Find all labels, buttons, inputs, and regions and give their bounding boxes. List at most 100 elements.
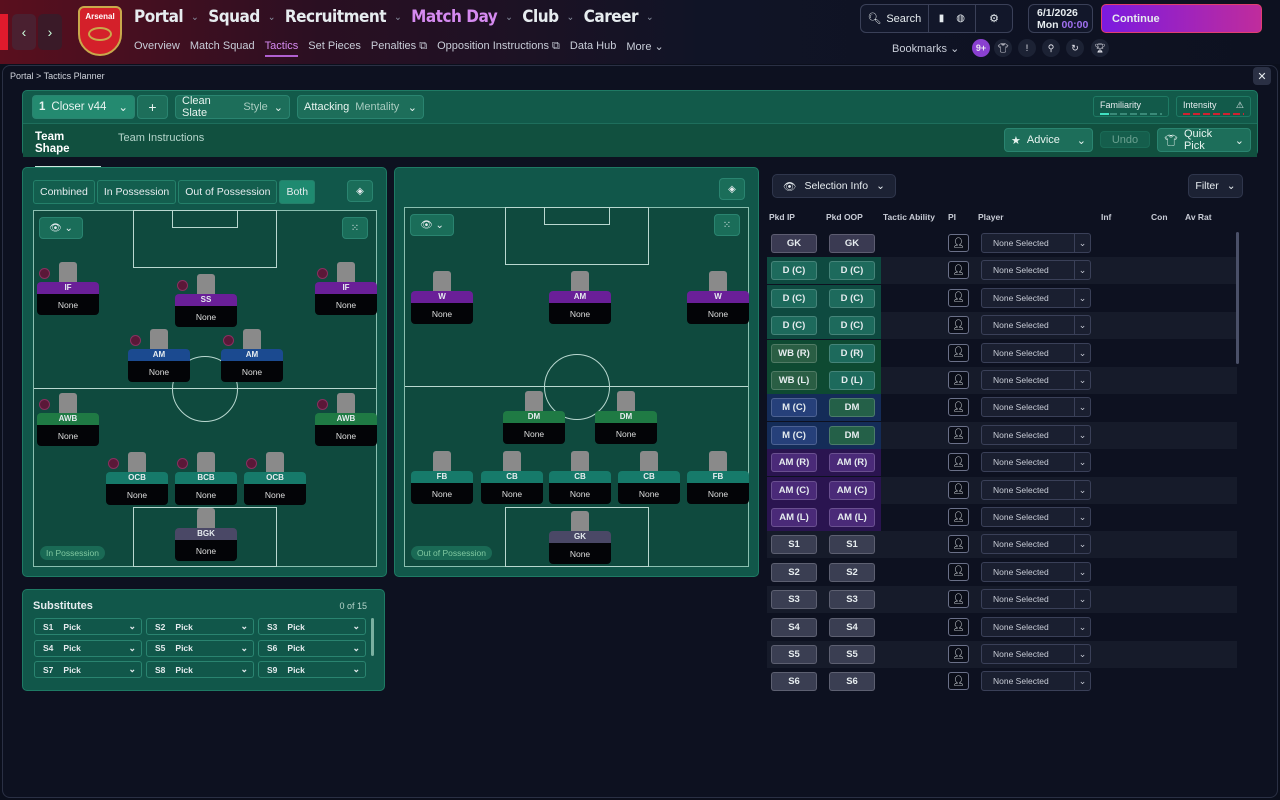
date-display[interactable]: 6/1/2026 Mon 00:00: [1028, 4, 1093, 33]
substitute-select[interactable]: S5 Pick ⌄: [146, 639, 254, 657]
player-select[interactable]: None Selected ⌄: [981, 370, 1091, 390]
player-instructions-button[interactable]: 👤︎: [948, 562, 969, 581]
pkd-oop-button[interactable]: S4: [829, 617, 875, 637]
player-instructions-button[interactable]: 👤︎: [948, 288, 969, 307]
trophy-icon[interactable]: 🏆︎: [1091, 39, 1109, 57]
player-instruction-icon[interactable]: [39, 268, 50, 279]
player-slot[interactable]: DM None: [595, 391, 657, 446]
tab-team-shape[interactable]: Team Shape: [35, 131, 101, 168]
visibility-dropdown[interactable]: 👁︎ ⌄: [39, 217, 83, 239]
player-instructions-button[interactable]: 👤︎: [948, 398, 969, 417]
player-select[interactable]: None Selected ⌄: [981, 589, 1091, 610]
mentality-select[interactable]: Attacking Mentality ⌄: [297, 95, 424, 119]
player-instructions-button[interactable]: 👤︎: [948, 617, 969, 636]
player-instructions-button[interactable]: 👤︎: [948, 672, 969, 691]
player-select[interactable]: None Selected ⌄: [981, 233, 1091, 253]
subnav-item[interactable]: Opposition Instructions ⧉: [437, 40, 560, 57]
table-row[interactable]: WB (L) D (L) 👤︎ None Selected ⌄: [767, 367, 1237, 394]
table-row[interactable]: S3 S3 👤︎ None Selected ⌄: [767, 586, 1237, 614]
pkd-ip-button[interactable]: S1: [771, 535, 817, 555]
player-select[interactable]: None Selected ⌄: [981, 561, 1091, 582]
close-button[interactable]: ✕: [1253, 67, 1271, 85]
pkd-oop-button[interactable]: D (L): [829, 371, 875, 390]
pkd-ip-button[interactable]: AM (L): [771, 508, 817, 527]
style-select[interactable]: Clean Slate Style ⌄: [175, 95, 290, 119]
forward-button[interactable]: ›: [38, 14, 62, 50]
globe-icon[interactable]: ◍: [956, 13, 965, 24]
pkd-oop-button[interactable]: S1: [829, 535, 875, 555]
pkd-ip-button[interactable]: S6: [771, 672, 817, 692]
player-slot[interactable]: AM None: [221, 329, 283, 384]
player-instructions-button[interactable]: 👤︎: [948, 425, 969, 444]
table-row[interactable]: S1 S1 👤︎ None Selected ⌄: [767, 531, 1237, 559]
pkd-oop-button[interactable]: GK: [829, 234, 875, 253]
scout-icon[interactable]: ⚲: [1042, 39, 1060, 57]
notice-icon[interactable]: !: [1018, 39, 1036, 57]
pkd-ip-button[interactable]: AM (C): [771, 480, 817, 500]
table-row[interactable]: AM (L) AM (L) 👤︎ None Selected ⌄: [767, 504, 1237, 531]
player-instruction-icon[interactable]: [130, 335, 141, 346]
back-button[interactable]: ‹: [12, 14, 36, 50]
subnav-item[interactable]: Data Hub: [570, 40, 616, 57]
player-instruction-icon[interactable]: [39, 399, 50, 410]
bookmarks-dropdown[interactable]: Bookmarks ⌄: [892, 42, 959, 55]
player-slot[interactable]: GK None: [549, 511, 611, 566]
subnav-item[interactable]: Match Squad: [190, 40, 255, 57]
table-row[interactable]: S5 S5 👤︎ None Selected ⌄: [767, 641, 1237, 668]
tab-team-instructions[interactable]: Team Instructions: [118, 132, 204, 144]
continue-button[interactable]: Continue: [1101, 4, 1262, 33]
pkd-ip-button[interactable]: WB (L): [771, 371, 817, 390]
tactic-select[interactable]: 1 Closer v44 ⌄: [32, 95, 135, 119]
player-slot[interactable]: CB None: [481, 451, 543, 506]
subnav-item[interactable]: Overview: [134, 40, 180, 57]
intensity-meter[interactable]: Intensity ⚠: [1176, 96, 1251, 117]
player-select[interactable]: None Selected ⌄: [981, 397, 1091, 418]
substitute-select[interactable]: S1 Pick ⌄: [34, 618, 142, 635]
table-row[interactable]: D (C) D (C) 👤︎ None Selected ⌄: [767, 284, 1237, 312]
grid-icon[interactable]: ⁙: [714, 214, 740, 236]
player-instruction-icon[interactable]: [246, 458, 257, 469]
player-instructions-button[interactable]: 👤︎: [948, 535, 969, 554]
table-row[interactable]: D (C) D (C) 👤︎ None Selected ⌄: [767, 312, 1237, 340]
table-row[interactable]: AM (C) AM (C) 👤︎ None Selected ⌄: [767, 476, 1237, 504]
club-crest[interactable]: Arsenal: [78, 6, 122, 56]
table-scrollbar[interactable]: [1236, 232, 1239, 364]
column-header[interactable]: Av Rat: [1185, 212, 1212, 222]
view-toggle-out-of-possession[interactable]: Out of Possession: [178, 180, 278, 204]
view-toggle-in-possession[interactable]: In Possession: [96, 180, 177, 204]
substitute-select[interactable]: S8 Pick ⌄: [146, 661, 254, 678]
substitute-select[interactable]: S6 Pick ⌄: [258, 639, 366, 657]
player-instructions-button[interactable]: 👤︎: [948, 261, 969, 280]
grid-icon[interactable]: ⁙: [342, 217, 368, 239]
pkd-ip-button[interactable]: M (C): [771, 398, 817, 418]
formation-icon[interactable]: ◈: [719, 178, 745, 200]
pkd-ip-button[interactable]: D (C): [771, 288, 817, 308]
table-row[interactable]: M (C) DM 👤︎ None Selected ⌄: [767, 421, 1237, 449]
substitute-select[interactable]: S9 Pick ⌄: [258, 661, 366, 678]
player-instructions-button[interactable]: 👤︎: [948, 645, 969, 663]
substitute-select[interactable]: S7 Pick ⌄: [34, 661, 142, 678]
pkd-oop-button[interactable]: AM (L): [829, 508, 875, 527]
refresh-icon[interactable]: ↻: [1066, 39, 1084, 57]
pkd-ip-button[interactable]: S5: [771, 645, 817, 664]
nav-portal[interactable]: Portal: [134, 7, 184, 27]
player-instructions-button[interactable]: 👤︎: [948, 480, 969, 499]
player-instructions-button[interactable]: 👤︎: [948, 508, 969, 526]
player-slot[interactable]: W None: [687, 271, 749, 326]
player-slot[interactable]: CB None: [549, 451, 611, 506]
player-slot[interactable]: FB None: [411, 451, 473, 506]
breadcrumb-portal[interactable]: Portal: [10, 71, 34, 81]
player-instruction-icon[interactable]: [108, 458, 119, 469]
player-slot[interactable]: DM None: [503, 391, 565, 446]
table-row[interactable]: WB (R) D (R) 👤︎ None Selected ⌄: [767, 339, 1237, 367]
player-slot[interactable]: AM None: [549, 271, 611, 326]
player-instructions-button[interactable]: 👤︎: [948, 316, 969, 335]
search-button[interactable]: 🔍︎ Search: [861, 5, 929, 32]
player-instruction-icon[interactable]: [317, 268, 328, 279]
player-instructions-button[interactable]: 👤︎: [948, 590, 969, 609]
pkd-ip-button[interactable]: WB (R): [771, 343, 817, 363]
player-instructions-button[interactable]: 👤︎: [948, 234, 969, 252]
pkd-ip-button[interactable]: S3: [771, 590, 817, 610]
view-toggle-both[interactable]: Both: [279, 180, 316, 204]
pkd-oop-button[interactable]: DM: [829, 398, 875, 418]
